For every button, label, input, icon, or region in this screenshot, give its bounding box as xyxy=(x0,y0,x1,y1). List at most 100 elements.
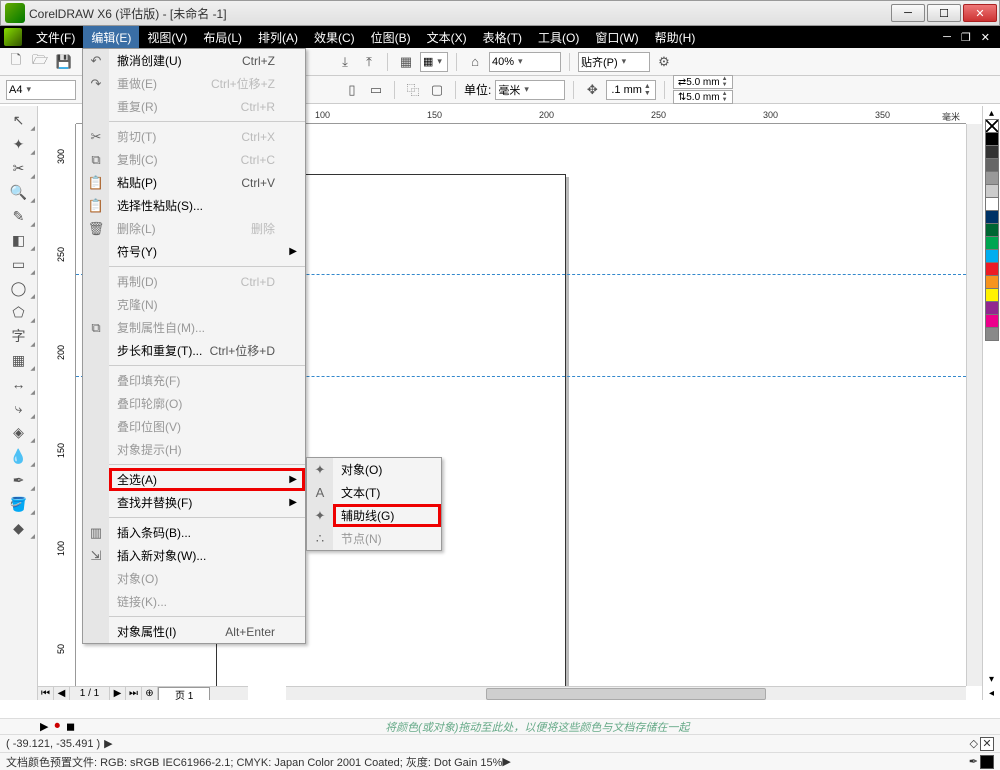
menu-item[interactable]: A文本(T) xyxy=(333,481,441,504)
menu-item[interactable]: ↶撤消创建(U)Ctrl+Z xyxy=(109,49,305,72)
snap-combo[interactable]: 贴齐(P)▾ xyxy=(578,52,650,72)
eyedropper-tool[interactable]: 💧 xyxy=(0,444,37,468)
menu-item[interactable]: 符号(Y)▶ xyxy=(109,240,305,263)
page-size-combo[interactable]: A4▾ xyxy=(6,80,76,100)
menu-文件[interactable]: 文件(F) xyxy=(28,26,83,48)
all-pages-icon[interactable]: ⿻ xyxy=(403,80,423,100)
freehand-tool[interactable]: ✎ xyxy=(0,204,37,228)
color-swatch[interactable] xyxy=(985,262,999,276)
menu-排列[interactable]: 排列(A) xyxy=(250,26,306,48)
menu-文本[interactable]: 文本(X) xyxy=(419,26,475,48)
mdi-close-button[interactable]: ✕ xyxy=(981,31,990,44)
color-swatch[interactable] xyxy=(985,301,999,315)
nudge-spinner[interactable]: .1 mm▲▼ xyxy=(606,80,656,100)
menu-工具[interactable]: 工具(O) xyxy=(530,26,587,48)
menu-位图[interactable]: 位图(B) xyxy=(363,26,419,48)
color-swatch[interactable] xyxy=(985,184,999,198)
menu-效果[interactable]: 效果(C) xyxy=(306,26,363,48)
menu-表格[interactable]: 表格(T) xyxy=(475,26,530,48)
record-macro-icon[interactable]: ⏺ xyxy=(54,720,60,733)
menu-item[interactable]: ✦对象(O) xyxy=(333,458,441,481)
pick-tool[interactable]: ↖ xyxy=(0,108,37,132)
menu-item[interactable]: ⇲插入新对象(W)... xyxy=(109,544,305,567)
menu-item[interactable]: 步长和重复(T)...Ctrl+位移+D xyxy=(109,339,305,362)
color-swatch[interactable] xyxy=(985,314,999,328)
menu-帮助[interactable]: 帮助(H) xyxy=(647,26,704,48)
unit-combo[interactable]: 毫米▾ xyxy=(495,80,565,100)
color-swatch[interactable] xyxy=(985,210,999,224)
color-swatch[interactable] xyxy=(985,132,999,146)
color-swatch[interactable] xyxy=(985,145,999,159)
first-page-button[interactable]: ⏮ xyxy=(38,687,54,701)
app-launcher-combo[interactable]: ▦▾ xyxy=(420,52,448,72)
portrait-icon[interactable]: ▯ xyxy=(342,80,362,100)
new-icon[interactable]: 🗋 xyxy=(6,52,26,72)
mdi-restore-button[interactable]: ❐ xyxy=(961,31,971,44)
fill-swatch[interactable]: ✕ xyxy=(980,737,994,751)
export-icon[interactable]: ⤒ xyxy=(359,52,379,72)
maximize-button[interactable]: ☐ xyxy=(927,4,961,22)
play-macro-icon[interactable]: ▶ xyxy=(40,720,48,733)
connector-tool[interactable]: ⤷ xyxy=(0,396,37,420)
crop-tool[interactable]: ✂ xyxy=(0,156,37,180)
color-swatch[interactable] xyxy=(985,249,999,263)
palette-up-button[interactable]: ▴ xyxy=(983,106,1000,120)
prev-page-button[interactable]: ◀ xyxy=(54,687,70,701)
publish-icon[interactable]: ▦ xyxy=(396,52,416,72)
open-icon[interactable]: 🗁 xyxy=(30,52,50,72)
stop-macro-icon[interactable]: ◼ xyxy=(66,720,75,733)
options-icon[interactable]: ⚙ xyxy=(654,52,674,72)
menu-item[interactable]: 📋粘贴(P)Ctrl+V xyxy=(109,171,305,194)
interactive-fill-tool[interactable]: ◆ xyxy=(0,516,37,540)
outline-swatch[interactable] xyxy=(980,755,994,769)
horizontal-scrollbar[interactable] xyxy=(286,686,966,700)
no-color-swatch[interactable] xyxy=(985,119,999,133)
outline-tool[interactable]: ✒ xyxy=(0,468,37,492)
color-swatch[interactable] xyxy=(985,158,999,172)
vertical-ruler[interactable]: 30025020015010050 xyxy=(38,124,76,686)
outline-indicator-icon[interactable]: ✒ xyxy=(969,755,978,769)
menu-item[interactable]: 📋选择性粘贴(S)... xyxy=(109,194,305,217)
current-page-icon[interactable]: ▢ xyxy=(427,80,447,100)
welcome-icon[interactable]: ⌂ xyxy=(465,52,485,72)
text-tool[interactable]: 字 xyxy=(0,324,37,348)
last-page-button[interactable]: ⏭ xyxy=(126,687,142,701)
dup-x-spinner[interactable]: ⇄ 5.0 mm▲▼ xyxy=(673,75,733,89)
menu-item[interactable]: ▥插入条码(B)... xyxy=(109,521,305,544)
minimize-button[interactable]: ─ xyxy=(891,4,925,22)
palette-down-button[interactable]: ▾ xyxy=(983,672,1000,686)
menu-布局[interactable]: 布局(L) xyxy=(195,26,250,48)
color-swatch[interactable] xyxy=(985,197,999,211)
smart-fill-tool[interactable]: ◧ xyxy=(0,228,37,252)
menu-item[interactable]: ✦辅助线(G) xyxy=(333,504,441,527)
shape-tool[interactable]: ✦ xyxy=(0,132,37,156)
table-tool[interactable]: ▦ xyxy=(0,348,37,372)
menu-item[interactable]: 查找并替换(F)▶ xyxy=(109,491,305,514)
next-page-button[interactable]: ▶ xyxy=(110,687,126,701)
color-swatch[interactable] xyxy=(985,327,999,341)
import-icon[interactable]: ⤓ xyxy=(335,52,355,72)
menu-视图[interactable]: 视图(V) xyxy=(139,26,195,48)
landscape-icon[interactable]: ▭ xyxy=(366,80,386,100)
color-swatch[interactable] xyxy=(985,223,999,237)
color-swatch[interactable] xyxy=(985,236,999,250)
save-icon[interactable]: 💾 xyxy=(54,52,74,72)
polygon-tool[interactable]: ⬠ xyxy=(0,300,37,324)
dimension-tool[interactable]: ↔ xyxy=(0,372,37,396)
menu-item[interactable]: 对象属性(I)Alt+Enter xyxy=(109,620,305,643)
color-swatch[interactable] xyxy=(985,288,999,302)
add-page-button[interactable]: ⊕ xyxy=(142,687,158,701)
color-swatch[interactable] xyxy=(985,171,999,185)
effects-tool[interactable]: ◈ xyxy=(0,420,37,444)
color-swatch[interactable] xyxy=(985,275,999,289)
menu-item[interactable]: 全选(A)▶ xyxy=(109,468,305,491)
rectangle-tool[interactable]: ▭ xyxy=(0,252,37,276)
page-tab[interactable]: 页 1 xyxy=(158,687,210,701)
close-button[interactable]: ✕ xyxy=(963,4,997,22)
fill-indicator-icon[interactable]: ◇ xyxy=(970,737,978,751)
scrollbar-thumb[interactable] xyxy=(486,688,766,700)
dup-y-spinner[interactable]: ⇅ 5.0 mm▲▼ xyxy=(673,90,733,104)
menu-窗口[interactable]: 窗口(W) xyxy=(587,26,646,48)
mdi-minimize-button[interactable]: ─ xyxy=(943,31,951,44)
vertical-scrollbar[interactable] xyxy=(966,124,982,686)
